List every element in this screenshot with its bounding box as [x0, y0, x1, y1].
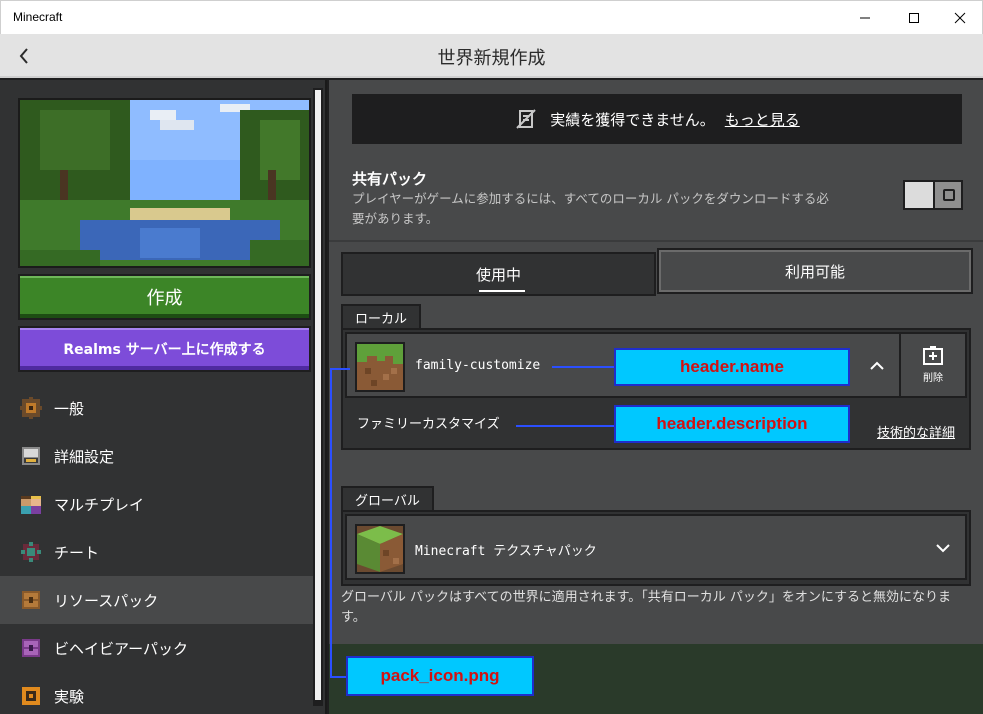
annotation-header-description: header.description — [614, 405, 850, 443]
multiplayer-icon — [21, 496, 41, 514]
tab-in-use[interactable]: 使用中 — [341, 252, 656, 296]
global-pack-name: Minecraft テクスチャパック — [415, 544, 597, 559]
sidebar-item-cheats[interactable]: チート — [0, 528, 313, 576]
global-packs-note: グローバル パックはすべての世界に適用されます。「共有ローカル パック」をオンに… — [341, 590, 952, 625]
sidebar-item-behavior-packs[interactable]: ビヘイビアーパック — [0, 624, 313, 672]
experiments-icon — [22, 687, 40, 705]
toggle-knob — [905, 182, 935, 208]
remove-pack-icon — [923, 346, 943, 365]
sidebar-item-advanced[interactable]: 詳細設定 — [0, 432, 313, 480]
banner-text: 実績を獲得できません。 — [550, 110, 715, 129]
delete-label: 削除 — [923, 373, 943, 384]
shared-pack-title: 共有パック — [352, 170, 428, 188]
global-pack-icon — [355, 524, 405, 574]
annotation-connector — [330, 368, 350, 370]
screen-header: 世界新規作成 — [0, 34, 983, 78]
page-title: 世界新規作成 — [437, 48, 546, 69]
sidebar-item-label: チート — [54, 543, 100, 562]
scrollbar-thumb[interactable] — [315, 90, 321, 700]
app-title: Minecraft — [13, 10, 63, 24]
sidebar-item-multiplayer[interactable]: マルチプレイ — [0, 480, 313, 528]
annotation-connector — [552, 366, 614, 368]
shared-pack-description: プレイヤーがゲームに参加するには、すべてのローカル パックをダウンロードする必要… — [352, 191, 829, 226]
annotation-connector — [516, 425, 614, 427]
sidebar-item-label: 詳細設定 — [54, 447, 115, 466]
maximize-button[interactable] — [891, 1, 937, 35]
no-achievements-icon — [516, 109, 536, 129]
sidebar-scrollbar[interactable] — [313, 88, 323, 706]
window-titlebar: Minecraft — [0, 0, 983, 34]
global-group-label-text: グローバル — [355, 493, 420, 509]
advanced-icon — [22, 447, 40, 465]
sidebar-item-label: 一般 — [54, 399, 85, 418]
local-group-label-text: ローカル — [355, 311, 408, 327]
gear-icon — [20, 397, 42, 419]
delete-pack-button[interactable]: 削除 — [899, 334, 965, 396]
sidebar-item-general[interactable]: 一般 — [0, 384, 313, 432]
resource-packs-panel: 実績を獲得できません。 もっと見る 共有パック プレイヤーがゲームに参加するには… — [329, 80, 983, 714]
technical-details-link[interactable]: 技術的な詳細 — [877, 422, 955, 441]
create-button[interactable]: 作成 — [18, 274, 311, 320]
cheats-icon — [21, 542, 41, 562]
tab-selected-indicator — [479, 290, 525, 292]
close-icon — [954, 12, 966, 24]
settings-nav: 一般 詳細設定 マルチプレイ チート リソースパック ビヘイビアーパック 実験 — [0, 384, 313, 714]
divider — [329, 240, 983, 242]
pack-name: family-customize — [415, 358, 541, 373]
create-on-realms-button[interactable]: Realms サーバー上に作成する — [18, 326, 311, 372]
tab-label: 利用可能 — [784, 262, 845, 281]
sidebar-item-label: ビヘイビアーパック — [54, 639, 188, 658]
sidebar-item-label: マルチプレイ — [54, 495, 145, 514]
minimize-button[interactable] — [842, 1, 888, 35]
global-pack-group: Minecraft テクスチャパック — [341, 510, 971, 586]
sidebar-item-experiments[interactable]: 実験 — [0, 672, 313, 714]
sidebar: 作成 Realms サーバー上に作成する 一般 詳細設定 マルチプレイ チート … — [0, 80, 327, 714]
tab-label: 使用中 — [475, 265, 521, 284]
chevron-down-icon[interactable] — [933, 538, 953, 558]
toggle-off-indicator — [943, 189, 955, 201]
annotation-pack-icon: pack_icon.png — [346, 656, 534, 696]
tab-available[interactable]: 利用可能 — [657, 248, 973, 294]
annotation-connector — [330, 368, 332, 678]
pack-icon — [355, 342, 405, 392]
global-pack-row[interactable]: Minecraft テクスチャパック — [345, 514, 967, 580]
annotation-header-name: header.name — [614, 348, 850, 386]
shared-pack-toggle[interactable] — [903, 180, 963, 210]
resource-pack-icon — [22, 591, 40, 609]
achievements-warning-banner: 実績を獲得できません。 もっと見る — [352, 94, 962, 144]
close-button[interactable] — [937, 1, 983, 35]
sidebar-item-label: 実験 — [54, 687, 85, 706]
learn-more-link[interactable]: もっと見る — [725, 109, 800, 130]
world-preview-image — [18, 98, 311, 268]
maximize-icon — [909, 13, 919, 23]
pack-description: ファミリーカスタマイズ — [357, 417, 500, 432]
local-group-label: ローカル — [341, 304, 422, 328]
behavior-pack-icon — [22, 639, 40, 657]
global-group-label: グローバル — [341, 486, 434, 510]
sidebar-item-resource-packs[interactable]: リソースパック — [0, 576, 313, 624]
sidebar-item-label: リソースパック — [54, 591, 159, 610]
minimize-icon — [860, 17, 870, 19]
chevron-up-icon[interactable] — [867, 356, 887, 376]
